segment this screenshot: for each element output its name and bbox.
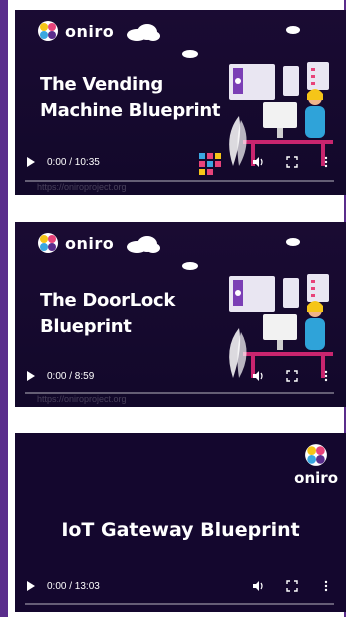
cloud-icon: [286, 238, 300, 246]
video-controls: 0:00 / 13:03: [15, 575, 346, 597]
video-controls: 0:00 / 8:59: [15, 365, 346, 387]
left-accent-bar: [0, 0, 8, 617]
oniro-logo: oniro: [37, 20, 114, 42]
video-title: The Vending Machine Blueprint: [40, 72, 220, 124]
more-options-icon[interactable]: [320, 580, 332, 592]
logo-text: oniro: [65, 21, 115, 41]
video-player-vending-machine[interactable]: oniro The Vending Machine Blueprint 0:00…: [15, 10, 346, 195]
progress-bar[interactable]: [25, 603, 334, 605]
time-display: 0:00 / 8:59: [47, 370, 95, 382]
page: oniro The Vending Machine Blueprint 0:00…: [0, 0, 346, 617]
fullscreen-icon[interactable]: [286, 156, 298, 168]
video-title: IoT Gateway Blueprint: [61, 519, 300, 541]
oniro-logo: oniro: [294, 443, 338, 487]
source-url: https://oniroproject.org: [37, 394, 127, 404]
cloud-icon: [182, 50, 198, 58]
more-options-icon[interactable]: [320, 156, 332, 168]
video-title-line-1: The DoorLock: [40, 290, 175, 311]
oniro-logo-icon: [305, 444, 327, 466]
video-title: The DoorLock Blueprint: [40, 288, 175, 340]
play-icon[interactable]: [27, 371, 35, 381]
play-icon[interactable]: [27, 581, 35, 591]
source-url: https://oniroproject.org: [37, 182, 127, 192]
video-player-iot-gateway[interactable]: oniro IoT Gateway Blueprint 0:00 / 13:03: [15, 433, 346, 612]
video-title-line-2: Machine Blueprint: [40, 100, 221, 121]
cloud-icon: [127, 236, 160, 253]
logo-text: oniro: [294, 469, 338, 487]
video-player-doorlock[interactable]: oniro The DoorLock Blueprint 0:00 / 8:59…: [15, 222, 346, 407]
cloud-icon: [182, 262, 198, 270]
video-title-line-1: The Vending: [40, 74, 163, 95]
fullscreen-icon[interactable]: [286, 580, 298, 592]
cloud-icon: [286, 26, 300, 34]
volume-icon[interactable]: [252, 580, 264, 592]
oniro-logo: oniro: [37, 232, 114, 254]
oniro-logo-icon: [38, 233, 58, 253]
time-display: 0:00 / 10:35: [47, 156, 100, 168]
fullscreen-icon[interactable]: [286, 370, 298, 382]
cloud-icon: [127, 24, 160, 41]
volume-icon[interactable]: [252, 156, 264, 168]
developer-desk-illustration: [229, 274, 333, 378]
more-options-icon[interactable]: [320, 370, 332, 382]
video-title-line-2: Blueprint: [40, 316, 132, 337]
time-display: 0:00 / 13:03: [47, 580, 100, 592]
oniro-logo-icon: [38, 21, 58, 41]
logo-text: oniro: [65, 233, 115, 253]
play-icon[interactable]: [27, 157, 35, 167]
volume-icon[interactable]: [252, 370, 264, 382]
video-controls: 0:00 / 10:35: [15, 151, 346, 173]
